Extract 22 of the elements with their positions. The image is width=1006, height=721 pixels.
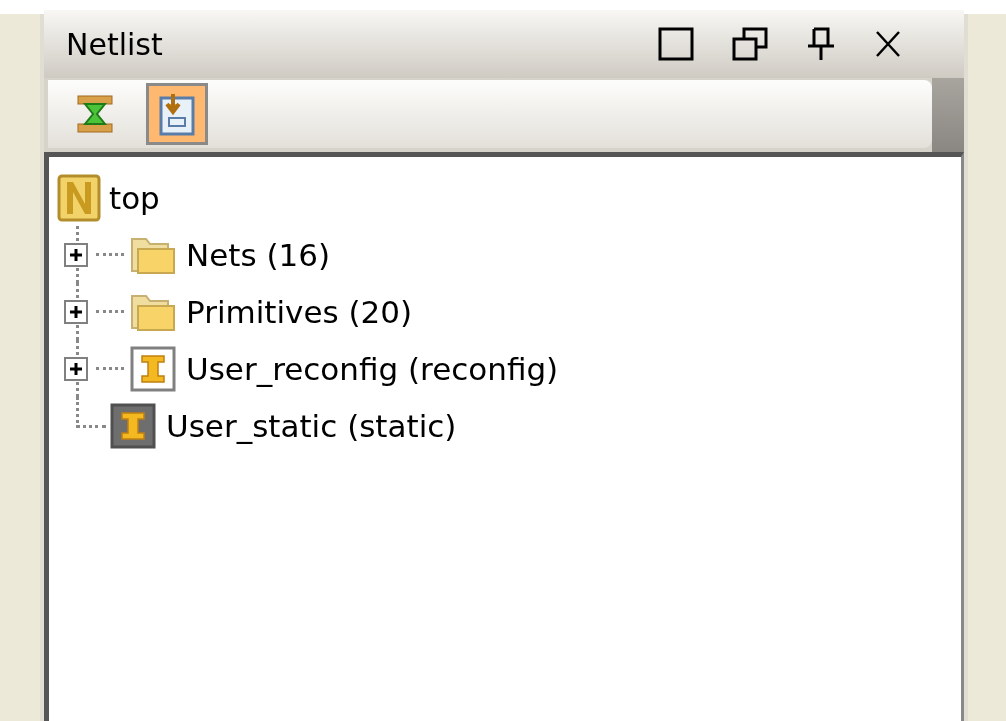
instance-icon [110, 402, 156, 449]
netlist-icon [57, 173, 101, 222]
tree-item[interactable]: User_static (static) [166, 407, 457, 444]
tree-item[interactable]: Nets (16) [186, 236, 331, 273]
tree-item[interactable]: User_reconfig (reconfig) [186, 350, 559, 387]
maximize-icon[interactable] [658, 27, 694, 61]
plus-icon [68, 303, 84, 320]
tree-item[interactable]: Primitives (20) [186, 293, 413, 330]
expand-toggle[interactable] [64, 299, 88, 324]
expand-toggle[interactable] [64, 242, 88, 267]
close-icon[interactable] [874, 29, 902, 59]
instance-icon [130, 345, 176, 392]
document-button[interactable] [146, 83, 208, 145]
expand-toggle[interactable] [64, 356, 88, 381]
panel-title: Netlist [66, 26, 163, 62]
hourglass-icon [77, 95, 113, 133]
restore-icon[interactable] [732, 27, 768, 61]
tree-item[interactable]: top [109, 179, 160, 216]
plus-icon [68, 360, 84, 377]
plus-icon [68, 246, 84, 263]
pin-icon[interactable] [806, 27, 836, 61]
document-icon [157, 92, 197, 136]
